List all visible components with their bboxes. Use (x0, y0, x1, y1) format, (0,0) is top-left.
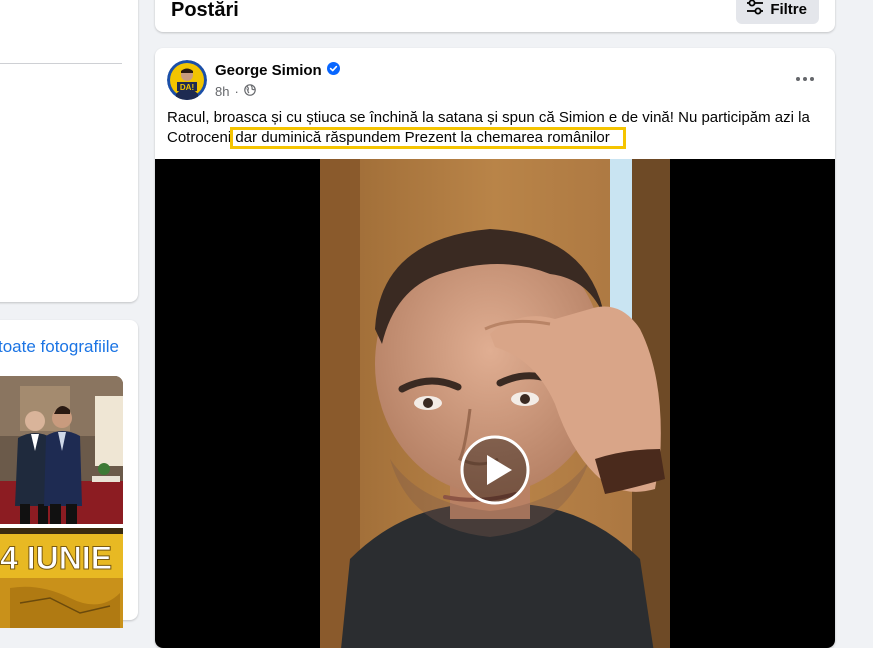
filters-button[interactable]: Filtre (736, 0, 819, 24)
video-thumbnail (320, 159, 670, 648)
post-card: DA! George Simion 8h · Racul, broasca și… (155, 48, 835, 648)
intro-card (0, 0, 138, 302)
sliders-icon (746, 0, 764, 19)
office-meeting-photo (0, 376, 123, 524)
post-text-line: Racul, broasca și cu știuca se închină l… (167, 109, 810, 126)
video-frame (320, 159, 670, 648)
video-player[interactable] (155, 159, 835, 648)
photo-thumbnail-banner[interactable]: 4 IUNIE (0, 528, 123, 628)
separator-dot: · (234, 84, 239, 99)
post-timestamp[interactable]: 8h (215, 84, 229, 99)
globe-icon (244, 84, 256, 99)
avatar[interactable]: DA! (167, 60, 207, 100)
posts-title: Postări (171, 0, 239, 21)
play-icon (460, 435, 530, 505)
avatar-text: DA! (180, 83, 194, 92)
event-banner-photo: 4 IUNIE (0, 528, 123, 628)
more-options-button[interactable] (787, 64, 823, 92)
verified-badge-icon (326, 62, 340, 79)
photo-thumbnail[interactable] (0, 376, 123, 524)
play-button[interactable] (460, 435, 530, 505)
author-name: George Simion (215, 62, 322, 79)
highlight-annotation (230, 127, 626, 149)
banner-text: 4 IUNIE (0, 540, 112, 576)
filters-label: Filtre (770, 0, 807, 18)
more-options-icon (795, 69, 815, 87)
post-meta: 8h · (215, 84, 256, 99)
author-name-link[interactable]: George Simion (215, 62, 340, 79)
see-all-photos-link[interactable]: toate fotografiile (0, 337, 119, 357)
posts-header: Postări Filtre (155, 0, 835, 32)
divider (0, 63, 122, 64)
photos-card: toate fotografiile 4 IUNIE (0, 320, 138, 628)
